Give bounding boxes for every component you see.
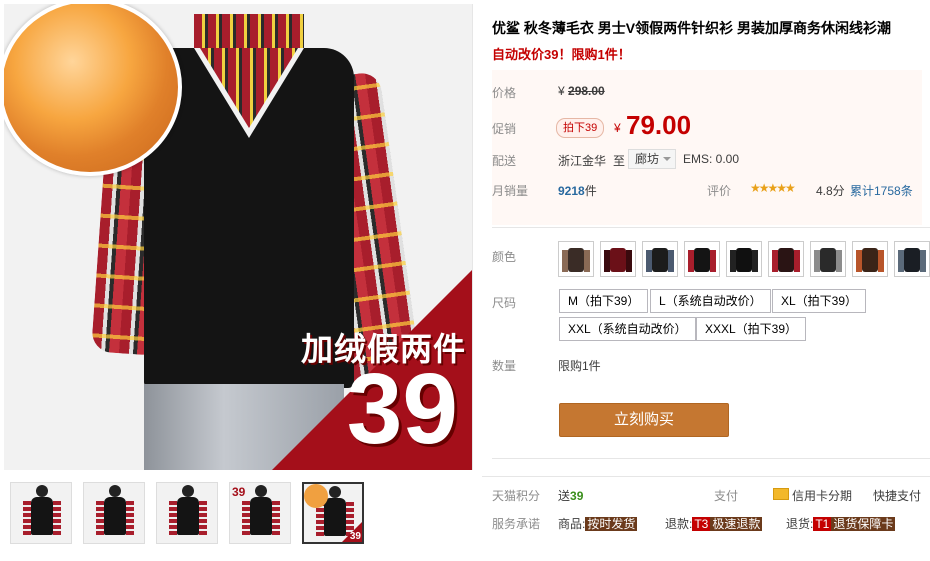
rating-score: 4.8分: [816, 184, 845, 198]
tmall-points-label: 天猫积分: [492, 489, 541, 503]
size-label: 尺码: [492, 296, 517, 310]
size-option-l[interactable]: L（系统自动改价）: [650, 289, 771, 313]
thumbnail-strip: 39 39: [10, 482, 370, 546]
quantity-limit: 限购1件: [558, 359, 601, 373]
color-swatch-5[interactable]: [726, 241, 762, 277]
shipping-fee: EMS: 0.00: [683, 152, 740, 166]
promo-price-label: 促销: [492, 122, 517, 136]
currency-symbol: ¥: [558, 84, 565, 98]
color-swatch-7[interactable]: [810, 241, 846, 277]
tmall-points: 送39: [558, 487, 583, 504]
destination-value: 廊坊: [635, 152, 660, 166]
color-swatch-list: [558, 241, 930, 277]
monthly-sales: 9218件: [558, 182, 597, 199]
monthly-sales-unit: 件: [584, 184, 597, 198]
color-label: 颜色: [492, 250, 517, 264]
buy-now-button[interactable]: 立刻购买: [559, 403, 729, 437]
star-rating-icon: ★★★★★: [750, 181, 796, 195]
points-value: 39: [570, 489, 584, 503]
express-pay-link[interactable]: 快捷支付: [873, 487, 921, 504]
fleece-mini-icon: [304, 484, 328, 508]
on-time-shipping-tag: 按时发货: [585, 517, 638, 531]
return-prefix: 退货:: [786, 517, 814, 531]
size-option-xxxl[interactable]: XXXL（拍下39）: [696, 317, 807, 341]
promo-image-number: 39: [346, 353, 458, 465]
credit-installment-link[interactable]: 信用卡分期: [792, 487, 852, 504]
color-swatch-3[interactable]: [642, 241, 678, 277]
product-subtitle: 自动改价39！限购1件！: [492, 47, 631, 62]
thumbnail-price-badge: 39: [232, 485, 246, 499]
promo-price: 79.00: [626, 110, 692, 140]
product-title: 优鲨 秋冬薄毛衣 男士V领假两件针织衫 男装加厚商务休闲线衫潮: [492, 20, 892, 36]
return-promise[interactable]: 退货: T1 退货保障卡: [786, 515, 896, 532]
divider: [492, 227, 930, 228]
thumbnail-2[interactable]: [83, 482, 145, 544]
main-product-image: 加绒假两件 39: [4, 4, 473, 470]
goods-promise[interactable]: 商品: 按时发货: [558, 515, 638, 532]
goods-prefix: 商品:: [558, 517, 586, 531]
ship-from: 浙江金华: [558, 154, 607, 168]
thumbnail-1[interactable]: [10, 482, 72, 544]
original-price-label: 价格: [492, 86, 517, 100]
monthly-sales-count: 9218: [558, 184, 585, 198]
rating-label: 评价: [707, 184, 732, 198]
size-option-xxl[interactable]: XXL（系统自动改价）: [559, 317, 696, 341]
points-prefix: 送: [558, 489, 571, 503]
promo-tag: 拍下39: [556, 118, 605, 138]
payment-label: 支付: [714, 489, 739, 503]
original-price-value: 298.00: [568, 84, 605, 98]
size-option-xl[interactable]: XL（拍下39）: [772, 289, 867, 313]
refund-promise[interactable]: 退款: T3 极速退款: [665, 515, 763, 532]
thumbnail-5-selected[interactable]: 39: [302, 482, 364, 544]
t1-badge: T1: [813, 517, 832, 531]
thumbnail-corner-number: 39: [349, 531, 361, 542]
price-panel: [492, 70, 922, 225]
color-swatch-9[interactable]: [894, 241, 930, 277]
thumbnail-4[interactable]: 39: [229, 482, 291, 544]
color-swatch-8[interactable]: [852, 241, 888, 277]
fast-refund-tag: 极速退款: [710, 517, 763, 531]
t3-badge: T3: [692, 517, 711, 531]
review-count-link[interactable]: 累计1758条: [850, 182, 913, 199]
credit-card-icon: [773, 488, 789, 500]
size-option-m[interactable]: M（拍下39）: [559, 289, 649, 313]
divider: [492, 458, 930, 459]
original-price: ¥ 298.00: [558, 84, 605, 98]
chevron-down-icon: [663, 157, 672, 161]
refund-prefix: 退款:: [665, 517, 693, 531]
color-swatch-6[interactable]: [768, 241, 804, 277]
promo-currency-symbol: ¥: [614, 121, 621, 135]
color-swatch-4[interactable]: [684, 241, 720, 277]
ship-to-word: 至: [613, 154, 626, 168]
color-swatch-1[interactable]: [558, 241, 594, 277]
quantity-label: 数量: [492, 359, 517, 373]
thumbnail-3[interactable]: [156, 482, 218, 544]
color-swatch-2[interactable]: [600, 241, 636, 277]
destination-dropdown[interactable]: 廊坊: [628, 149, 677, 169]
monthly-sales-label: 月销量: [492, 184, 529, 198]
shipping-label: 配送: [492, 154, 517, 168]
service-promise-label: 服务承诺: [492, 517, 541, 531]
return-guarantee-tag: 退货保障卡: [831, 517, 896, 531]
